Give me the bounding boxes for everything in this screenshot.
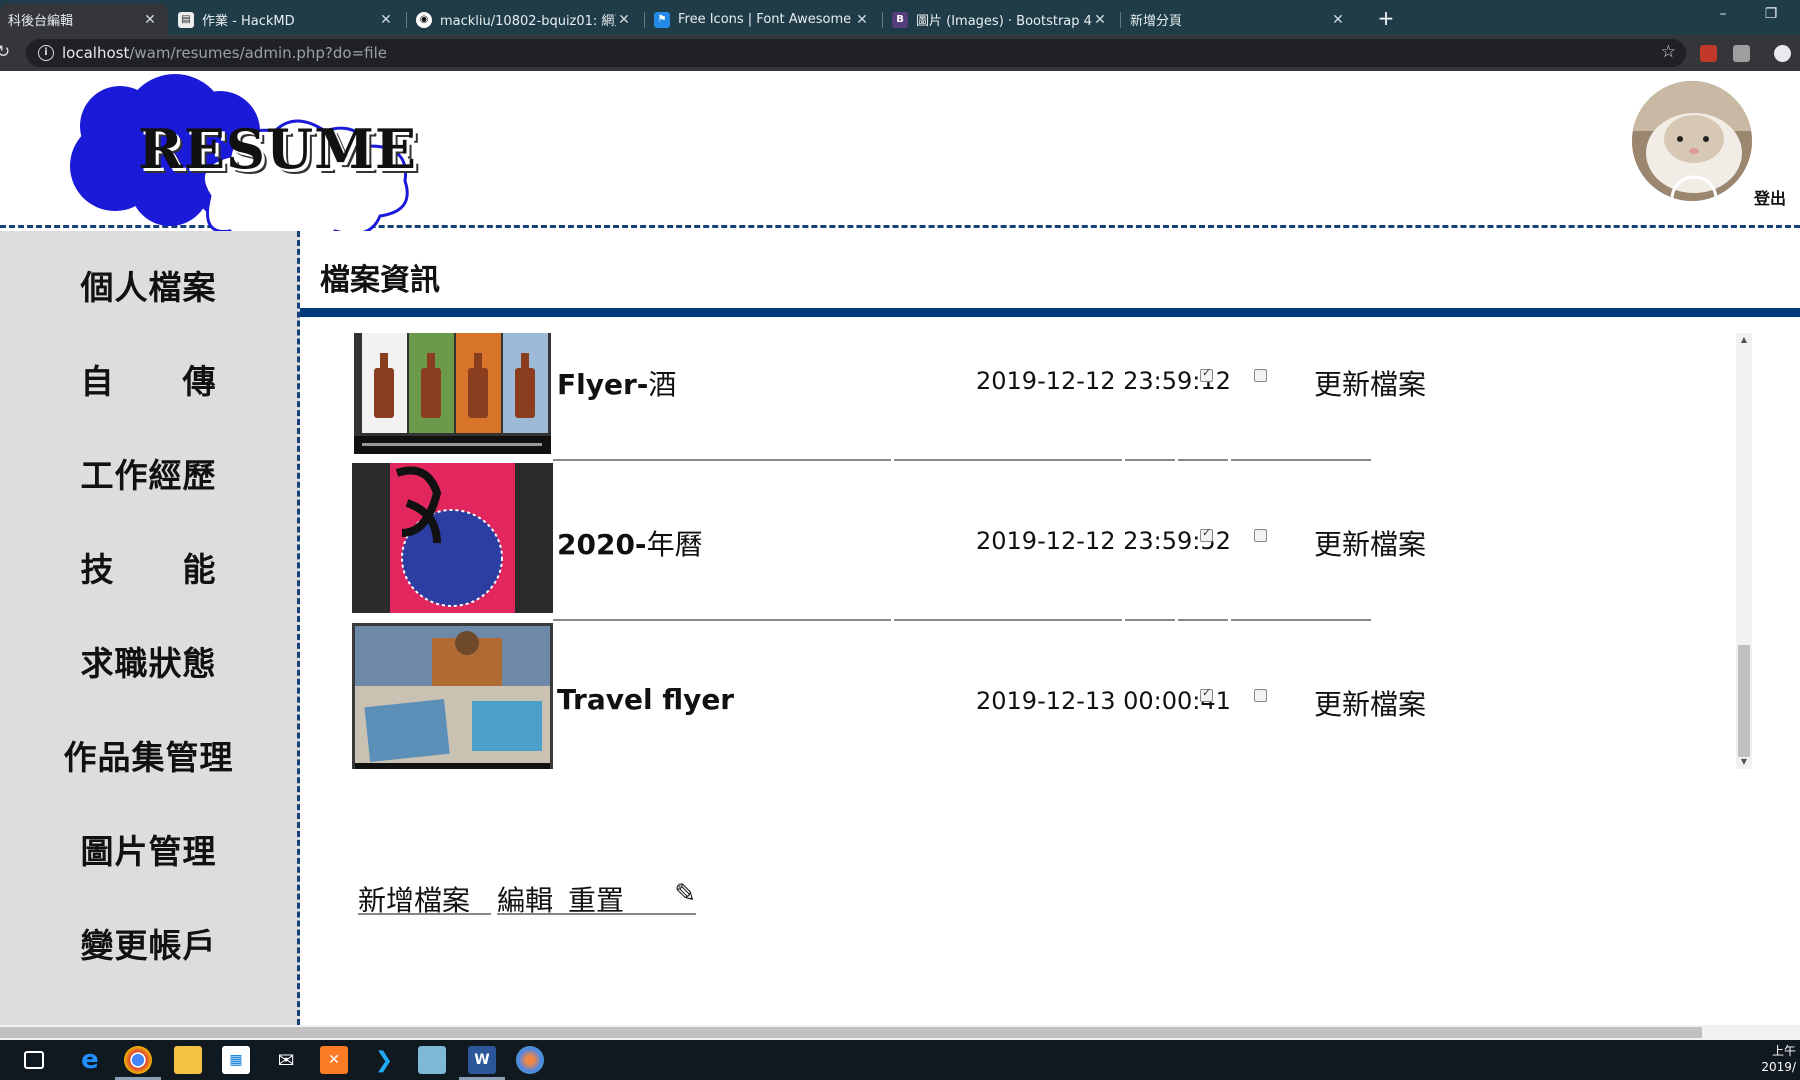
close-icon[interactable]: ✕	[1330, 12, 1346, 28]
horizontal-scrollbar[interactable]	[0, 1025, 1800, 1040]
update-file-button[interactable]: 更新檔案	[1314, 683, 1426, 723]
tab-fontawesome[interactable]: ⚑ Free Icons | Font Awesome ✕	[646, 4, 880, 35]
page: RESUME 登出 個人檔案 自 傳 工作經歷 技 能 求職狀態 作品集管理 圖…	[0, 71, 1800, 1025]
pencil-icon[interactable]: ✎	[630, 879, 696, 915]
delete-checkbox[interactable]	[1254, 689, 1267, 702]
tab-title: 科後台編輯	[8, 14, 74, 29]
table-row: Travel flyer 2019-12-13 00:00:41 更新檔案	[352, 623, 1446, 769]
tab-bootstrap[interactable]: B 圖片 (Images) · Bootstrap 4 繁體 ✕	[884, 4, 1118, 35]
tab-admin[interactable]: 科後台編輯 ✕	[0, 4, 168, 35]
file-name: Travel flyer	[557, 683, 735, 716]
hamster-avatar-icon	[1632, 81, 1752, 201]
address-bar[interactable]: i localhost/wam/resumes/admin.php?do=fil…	[26, 39, 1686, 67]
close-icon[interactable]: ✕	[616, 12, 632, 28]
url-text[interactable]: localhost/wam/resumes/admin.php?do=file	[62, 44, 387, 62]
flag-icon: ⚑	[654, 11, 670, 28]
restore-button[interactable]: ❐	[1748, 0, 1794, 30]
site-logo-text: RESUME	[138, 117, 418, 181]
word-icon[interactable]: W	[468, 1046, 496, 1074]
logout-link[interactable]: 登出	[1754, 185, 1786, 209]
bootstrap-icon: B	[892, 11, 908, 28]
delete-checkbox[interactable]	[1254, 369, 1267, 382]
file-date: 2019-12-12 23:59:52	[976, 527, 1231, 555]
sidebar-item-account[interactable]: 變更帳戶	[0, 919, 297, 967]
system-clock[interactable]: 上午 2019/	[1761, 1043, 1796, 1075]
sidebar-item-experience[interactable]: 工作經歷	[0, 449, 297, 497]
paint-icon[interactable]	[516, 1046, 544, 1074]
close-icon[interactable]: ✕	[1092, 12, 1108, 28]
file-thumbnail-image	[352, 623, 553, 769]
sidebar-item-images[interactable]: 圖片管理	[0, 825, 297, 873]
close-icon[interactable]: ✕	[142, 12, 158, 28]
file-name: 2020-年曆	[557, 528, 703, 561]
pdf-extension-icon[interactable]	[1700, 45, 1717, 62]
file-date: 2019-12-12 23:59:12	[976, 367, 1231, 395]
tab-github[interactable]: ◉ mackliu/10802-bquiz01: 網頁乙 ✕	[408, 4, 642, 35]
sidebar: 個人檔案 自 傳 工作經歷 技 能 求職狀態 作品集管理 圖片管理 變更帳戶	[0, 231, 300, 1025]
tab-title: mackliu/10802-bquiz01: 網頁乙	[440, 14, 616, 29]
tab-title: 作業 - HackMD	[202, 14, 295, 29]
add-file-button[interactable]: 新增檔案	[358, 879, 491, 917]
edge-icon[interactable]: e	[76, 1045, 104, 1075]
task-view-icon[interactable]	[24, 1051, 44, 1069]
notes-icon[interactable]	[418, 1046, 446, 1074]
edit-button[interactable]: 編輯	[497, 879, 575, 917]
tab-hackmd[interactable]: ▤ 作業 - HackMD ✕	[170, 4, 404, 35]
bookmark-star-icon[interactable]: ☆	[1661, 42, 1676, 62]
delete-checkbox[interactable]	[1254, 529, 1267, 542]
display-checkbox[interactable]	[1200, 366, 1213, 382]
store-icon[interactable]: ▦	[222, 1046, 250, 1074]
scroll-up-icon[interactable]: ▲	[1736, 335, 1752, 344]
display-checkbox[interactable]	[1200, 686, 1213, 702]
file-list: Flyer-酒 2019-12-12 23:59:12 更新檔案	[352, 333, 1722, 769]
sidebar-item-portfolio[interactable]: 作品集管理	[0, 731, 297, 779]
site-header: RESUME 登出	[0, 71, 1800, 231]
scrollbar-thumb[interactable]	[0, 1027, 1702, 1038]
reload-icon[interactable]: ↻	[0, 42, 10, 62]
sidebar-item-skills[interactable]: 技 能	[0, 543, 297, 591]
clock-time: 上午	[1771, 1044, 1796, 1058]
update-file-button[interactable]: 更新檔案	[1314, 363, 1426, 403]
close-icon[interactable]: ✕	[854, 12, 870, 28]
xampp-icon[interactable]: ✕	[320, 1046, 348, 1074]
main-content: 檔案資訊 Flyer-酒 2019-12-12 23:59:12 ✓ 更新檔案 …	[300, 231, 1800, 1025]
file-thumbnail-image	[352, 463, 553, 613]
tab-title: Free Icons | Font Awesome	[678, 12, 852, 27]
profile-icon[interactable]	[1774, 45, 1791, 62]
title-divider	[300, 308, 1800, 317]
table-row: 2020-年曆 2019-12-12 23:59:52 更新檔案	[352, 463, 1446, 624]
page-title: 檔案資訊	[320, 263, 440, 298]
file-name: Flyer-酒	[557, 368, 677, 401]
sidebar-item-job-status[interactable]: 求職狀態	[0, 637, 297, 685]
document-icon: ▤	[178, 11, 194, 28]
tab-newtab[interactable]: 新增分頁 ✕	[1122, 4, 1356, 35]
sidebar-item-profile[interactable]: 個人檔案	[0, 261, 297, 309]
new-tab-button[interactable]: +	[1373, 6, 1399, 32]
tab-title: 圖片 (Images) · Bootstrap 4 繁體	[916, 14, 1092, 29]
file-explorer-icon[interactable]	[174, 1046, 202, 1074]
info-icon[interactable]: i	[38, 45, 54, 61]
update-file-button[interactable]: 更新檔案	[1314, 523, 1426, 563]
display-checkbox[interactable]	[1200, 526, 1213, 542]
avatar	[1632, 81, 1752, 201]
browser-tab-strip: 科後台編輯 ✕ ▤ 作業 - HackMD ✕ ◉ mackliu/10802-…	[0, 0, 1800, 35]
mail-icon[interactable]: ✉	[272, 1046, 300, 1074]
s-extension-icon[interactable]	[1733, 45, 1750, 62]
sidebar-item-autobiography[interactable]: 自 傳	[0, 355, 297, 403]
browser-toolbar: ↻ i localhost/wam/resumes/admin.php?do=f…	[0, 35, 1800, 71]
vertical-scrollbar[interactable]: ▲ ▼	[1736, 333, 1752, 769]
windows-taskbar: e ▦ ✉ ✕ ❯ W 上午 2019/	[0, 1040, 1800, 1080]
chrome-icon[interactable]	[124, 1046, 152, 1074]
clock-date: 2019/	[1761, 1060, 1796, 1074]
tab-title: 新增分頁	[1130, 14, 1183, 29]
file-date: 2019-12-13 00:00:41	[976, 687, 1231, 715]
file-thumbnail-image	[352, 333, 553, 454]
scrollbar-thumb[interactable]	[1738, 645, 1750, 757]
vscode-icon[interactable]: ❯	[370, 1046, 398, 1074]
github-icon: ◉	[416, 11, 432, 28]
scroll-down-icon[interactable]: ▼	[1736, 757, 1752, 766]
close-icon[interactable]: ✕	[378, 12, 394, 28]
minimize-button[interactable]: –	[1700, 0, 1746, 30]
